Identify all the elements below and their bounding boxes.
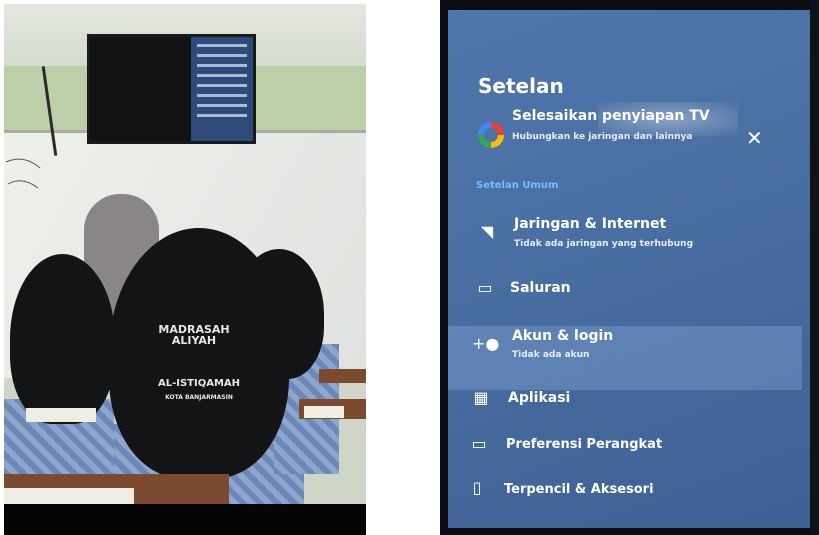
menu-item-accounts-sub: Tidak ada akun [512,350,590,360]
add-account-icon: +● [472,334,500,353]
tv-settings-panel-small [191,37,253,141]
desk-far [319,369,366,383]
device-icon: ▭ [471,434,487,453]
tv-screen-photo: Setelan Selesaikan penyiapan TV Hubungka… [440,0,819,535]
menu-item-device-prefs[interactable]: Preferensi Perangkat [506,437,662,452]
photo-bottom-bar [4,504,366,535]
tv-screen: Setelan Selesaikan penyiapan TV Hubungka… [448,10,810,528]
menu-item-remotes[interactable]: Terpencil & Aksesori [504,482,654,497]
paper-left [26,408,96,422]
tv-bezel [810,0,819,535]
menu-item-accounts[interactable]: Akun & login [512,328,613,344]
menu-item-channels[interactable]: Saluran [510,280,571,296]
setup-subtitle: Hubungkan ke jaringan dan lainnya [512,132,693,142]
settings-title: Setelan [478,74,564,98]
wall-tv [87,34,256,144]
student-headscarf-center: MADRASAH ALIYAH AL-ISTIQAMAH KOTA BANJAR… [109,228,289,478]
close-icon[interactable]: ✕ [746,126,763,150]
apps-grid-icon: ▦ [473,388,489,407]
paper-right [304,406,344,418]
wifi-icon: ◥ [480,222,494,241]
uniform-print-bottom: KOTA BANJARMASIN [165,394,233,401]
menu-item-apps[interactable]: Aplikasi [508,390,570,406]
remote-icon: ▯ [472,478,482,497]
uniform-print-top: MADRASAH ALIYAH [158,323,230,347]
uniform-print-middle: AL-ISTIQAMAH [157,378,241,389]
selected-row-highlight [448,326,802,390]
menu-item-network-sub: Tidak ada jaringan yang terhubung [514,239,694,249]
classroom-photo: MADRASAH ALIYAH AL-ISTIQAMAH KOTA BANJAR… [4,4,366,535]
board-scribble [5,158,41,189]
google-icon [478,122,504,148]
paper-front [4,488,134,504]
section-general-settings: Setelan Umum [476,180,559,191]
menu-item-network[interactable]: Jaringan & Internet [514,216,666,232]
tv-icon: ▭ [477,278,493,297]
student-headscarf-left [10,254,115,424]
setup-title[interactable]: Selesaikan penyiapan TV [512,108,710,124]
